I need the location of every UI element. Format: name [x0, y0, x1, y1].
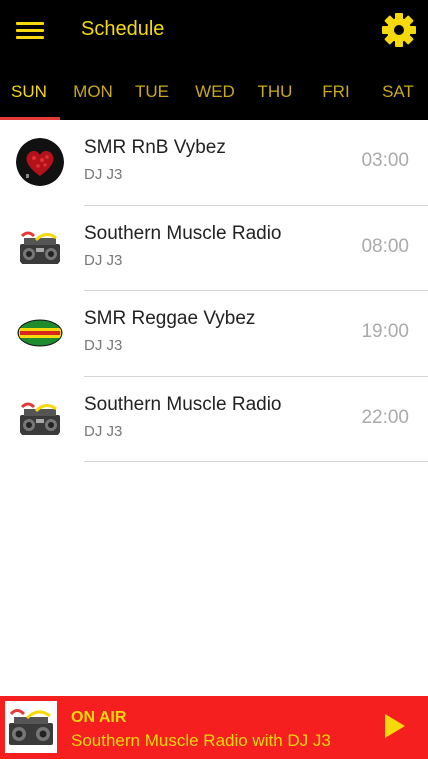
- show-title: SMR Reggae Vybez: [84, 308, 256, 329]
- rnb-hearts-thumbnail: [16, 138, 64, 186]
- show-time: 19:00: [361, 321, 409, 342]
- now-playing-text: Southern Muscle Radio with DJ J3: [71, 731, 331, 750]
- reggae-thumbnail: [16, 309, 64, 357]
- now-playing-bar[interactable]: ON AIR Southern Muscle Radio with DJ J3: [0, 696, 428, 759]
- show-time: 08:00: [361, 235, 409, 257]
- tab-mon[interactable]: MON: [62, 72, 124, 120]
- show-time: 03:00: [361, 150, 409, 171]
- app-bar: Schedule SUN MON TUE WED THU FRI SAT: [0, 0, 428, 120]
- list-item[interactable]: SMR Reggae Vybez DJ J3 19:00: [0, 291, 428, 377]
- station-artwork: [5, 701, 57, 753]
- show-title: Southern Muscle Radio: [84, 222, 282, 244]
- show-host: DJ J3: [84, 251, 123, 269]
- page-title: Schedule: [81, 18, 165, 40]
- show-title: Southern Muscle Radio: [84, 393, 282, 415]
- show-time: 22:00: [361, 406, 409, 428]
- list-item[interactable]: SMR RnB Vybez DJ J3 03:00: [0, 120, 428, 206]
- play-icon[interactable]: [383, 712, 407, 740]
- tab-tue[interactable]: TUE: [124, 72, 180, 120]
- show-host: DJ J3: [84, 422, 123, 440]
- list-item[interactable]: Southern Muscle Radio DJ J3 22:00: [0, 377, 428, 462]
- tab-thu[interactable]: THU: [246, 72, 304, 120]
- tab-sun[interactable]: SUN: [0, 72, 58, 120]
- list-item[interactable]: Southern Muscle Radio DJ J3 08:00: [0, 206, 428, 291]
- hamburger-menu-icon[interactable]: [16, 20, 46, 42]
- show-title: SMR RnB Vybez: [84, 137, 226, 158]
- show-host: DJ J3: [84, 166, 123, 183]
- day-tabs: SUN MON TUE WED THU FRI SAT: [0, 72, 428, 120]
- smr-boombox-thumbnail: [16, 394, 64, 443]
- smr-boombox-thumbnail: [16, 223, 64, 272]
- tab-wed[interactable]: WED: [186, 72, 244, 120]
- divider: [84, 461, 428, 462]
- gear-icon[interactable]: [381, 12, 417, 48]
- tab-sat[interactable]: SAT: [370, 72, 426, 120]
- schedule-list: SMR RnB Vybez DJ J3 03:00 Southern Muscl…: [0, 120, 428, 462]
- tab-fri[interactable]: FRI: [308, 72, 364, 120]
- on-air-label: ON AIR: [71, 709, 127, 726]
- show-host: DJ J3: [84, 337, 123, 354]
